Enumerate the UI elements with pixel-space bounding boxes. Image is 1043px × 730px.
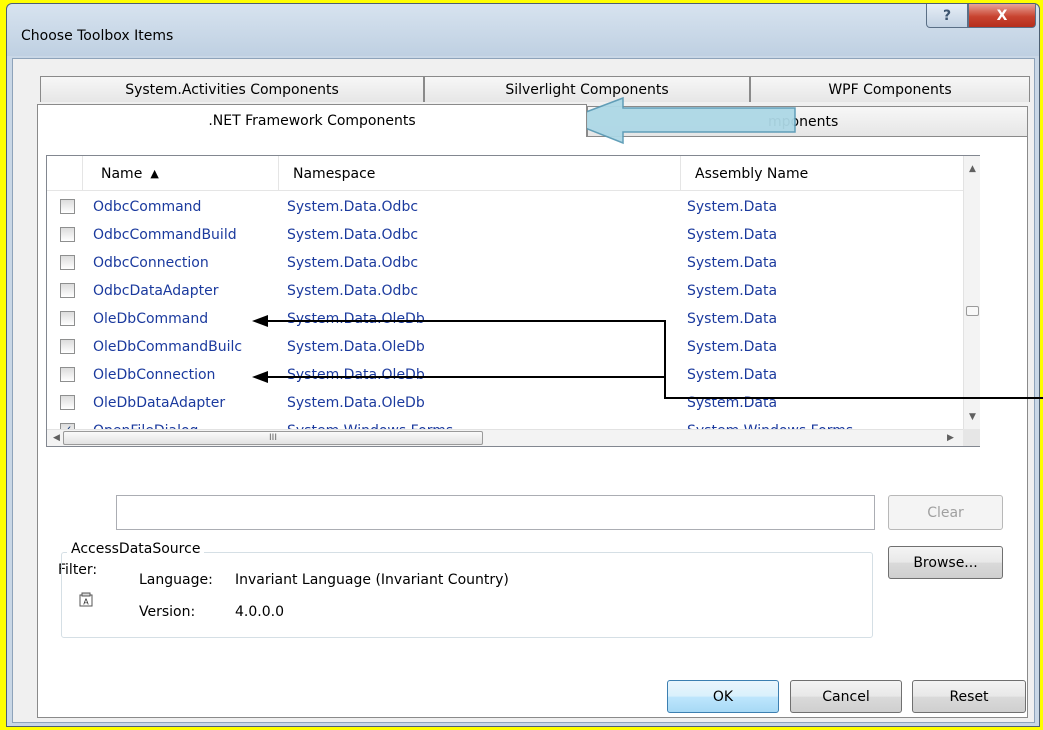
- annotation-arrow-big: [562, 96, 796, 145]
- annotation-arrowhead-1: [252, 315, 268, 327]
- annotation-connector-line: [262, 320, 1043, 399]
- annotation-arrowhead-2: [252, 371, 268, 383]
- tab-dotnet-framework[interactable]: .NET Framework Components: [37, 104, 587, 137]
